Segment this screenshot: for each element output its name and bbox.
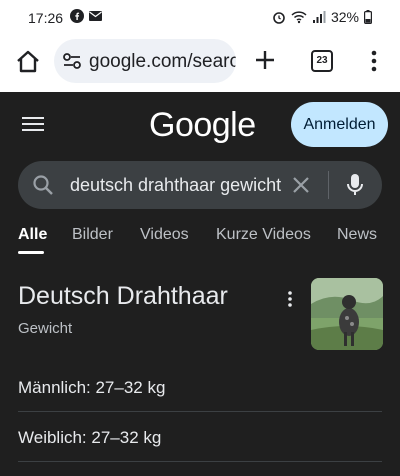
status-time: 17:26 (28, 10, 64, 26)
fact-male-weight: Männlich: 27–32 kg (18, 378, 166, 397)
more-options-icon[interactable] (286, 290, 294, 308)
tab-videos[interactable]: Videos (140, 226, 189, 244)
address-bar[interactable]: google.com/searc (54, 39, 236, 83)
fact-female-weight: Weiblich: 27–32 kg (18, 428, 162, 447)
facebook-icon (70, 9, 84, 23)
new-tab-icon[interactable] (253, 48, 277, 72)
fact-divider (18, 411, 382, 412)
tab-switcher-icon[interactable]: 23 (311, 50, 333, 72)
dog-image[interactable] (311, 278, 383, 350)
tab-images[interactable]: Bilder (72, 226, 113, 244)
overflow-menu-icon[interactable] (370, 50, 378, 72)
home-icon[interactable] (14, 48, 42, 76)
alarm-icon (273, 12, 285, 24)
result-subtitle: Gewicht (18, 320, 73, 337)
tab-news[interactable]: News (337, 226, 377, 244)
search-divider (328, 171, 329, 199)
url-text: google.com/searc (89, 51, 236, 72)
search-icon (33, 175, 53, 195)
sign-in-button[interactable]: Anmelden (291, 102, 388, 147)
search-box[interactable]: deutsch drahthaar gewicht (18, 161, 382, 209)
status-bar: 17:26 32% (0, 0, 400, 36)
google-header: Google Anmelden (0, 92, 400, 156)
battery-icon (364, 10, 372, 24)
tab-short-videos[interactable]: Kurze Videos (216, 226, 311, 244)
wifi-icon (291, 11, 307, 24)
hamburger-menu-icon[interactable] (22, 116, 44, 132)
search-tabs: Alle Bilder Videos Kurze Videos News (0, 226, 400, 256)
tab-all[interactable]: Alle (18, 226, 47, 244)
mail-icon (89, 11, 102, 21)
battery-percent: 32% (330, 9, 359, 25)
active-tab-indicator (18, 251, 44, 254)
microphone-icon[interactable] (346, 173, 364, 197)
fact-divider (18, 461, 382, 462)
google-logo[interactable]: Google (149, 106, 256, 145)
signal-icon (312, 11, 326, 23)
browser-toolbar: google.com/searc 23 (0, 36, 400, 92)
site-settings-icon[interactable] (62, 51, 82, 71)
result-title: Deutsch Drahthaar (18, 282, 228, 310)
close-icon[interactable] (290, 174, 312, 196)
search-input[interactable]: deutsch drahthaar gewicht (70, 175, 288, 196)
